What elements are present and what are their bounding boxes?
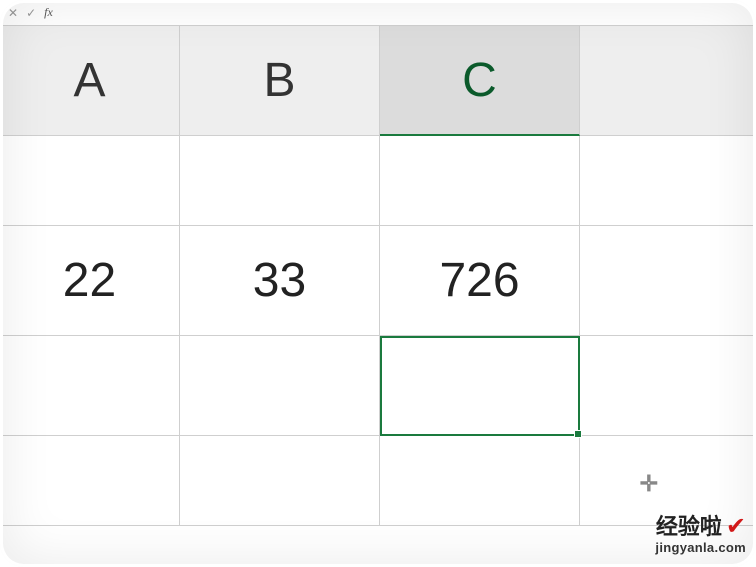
cursor-crosshair-icon: ✛	[640, 471, 658, 497]
column-header-d[interactable]	[580, 26, 756, 136]
cancel-icon[interactable]: ✕	[8, 6, 18, 20]
watermark-url: jingyanla.com	[655, 541, 746, 555]
cell-b1[interactable]	[180, 136, 380, 226]
formula-bar: ✕ ✓ fx	[0, 0, 756, 26]
watermark: 经验啦✔ jingyanla.com	[655, 514, 746, 555]
cell-b2[interactable]: 33	[180, 226, 380, 336]
cell-b4[interactable]	[180, 436, 380, 526]
cell-a3[interactable]	[0, 336, 180, 436]
cell-a4[interactable]	[0, 436, 180, 526]
column-header-a[interactable]: A	[0, 26, 180, 136]
watermark-title: 经验啦	[656, 514, 722, 539]
table-row	[0, 336, 756, 436]
confirm-icon[interactable]: ✓	[26, 6, 36, 20]
column-header-c[interactable]: C	[380, 26, 580, 136]
cell-a1[interactable]	[0, 136, 180, 226]
column-header-b[interactable]: B	[180, 26, 380, 136]
cell-d2[interactable]	[580, 226, 756, 336]
table-row	[0, 136, 756, 226]
cell-c1[interactable]	[380, 136, 580, 226]
cell-b3[interactable]	[180, 336, 380, 436]
table-row: 22 33 726	[0, 226, 756, 336]
spreadsheet-grid: A B C 22 33 726	[0, 26, 756, 526]
fx-icon[interactable]: fx	[44, 5, 53, 20]
cell-c2[interactable]: 726	[380, 226, 580, 336]
cell-d1[interactable]	[580, 136, 756, 226]
cell-c4[interactable]	[380, 436, 580, 526]
fill-handle[interactable]	[574, 430, 582, 438]
cell-c3-selected[interactable]	[380, 336, 580, 436]
cell-d3[interactable]	[580, 336, 756, 436]
column-header-row: A B C	[0, 26, 756, 136]
formula-input[interactable]	[61, 3, 748, 23]
cell-a2[interactable]: 22	[0, 226, 180, 336]
check-icon: ✔	[726, 513, 746, 540]
